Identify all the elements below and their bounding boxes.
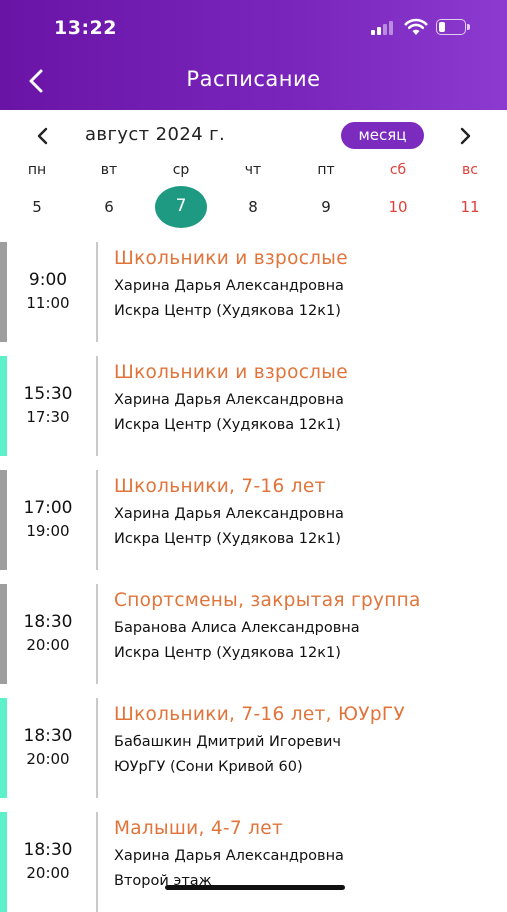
session-location: Искра Центр (Худякова 12к1): [114, 303, 341, 319]
session-title: Малыши, 4-7 лет: [114, 818, 284, 839]
session-start-time: 18:30: [23, 726, 73, 746]
day-number[interactable]: 7: [156, 196, 206, 216]
session-title: Школьники, 7-16 лет, ЮУрГУ: [114, 704, 406, 725]
session-divider: [96, 584, 98, 684]
session-divider: [96, 812, 98, 912]
battery-icon: [436, 19, 470, 36]
session-trainer: Харина Дарья Александровна: [114, 506, 344, 522]
session-start-time: 17:00: [23, 498, 73, 518]
weekday-label: пн: [27, 162, 47, 178]
session-title: Школьники, 7-16 лет: [114, 476, 326, 497]
status-time: 13:22: [54, 17, 117, 39]
session-title: Школьники и взрослые: [114, 248, 348, 269]
day-number[interactable]: 6: [84, 198, 134, 216]
session-divider: [96, 698, 98, 798]
day-number[interactable]: 8: [228, 198, 278, 216]
session-status-bar: [0, 242, 7, 342]
session-start-time: 9:00: [28, 270, 68, 290]
session-card[interactable]: 17:00 19:00 Школьники, 7-16 лет Харина Дарь…: [0, 470, 507, 570]
session-card[interactable]: 18:30 20:00 Школьники, 7-16 лет, ЮУрГУ Баба…: [0, 698, 507, 798]
session-end-time: 19:00: [26, 522, 70, 540]
weekday-label: вс: [462, 162, 478, 178]
session-title: Спортсмены, закрытая группа: [114, 590, 421, 611]
session-card[interactable]: 15:30 17:30 Школьники и взрослые Харина Дар…: [0, 356, 507, 456]
weekday-label: вт: [100, 162, 118, 178]
session-trainer: Баранова Алиса Александровна: [114, 620, 360, 636]
day-number[interactable]: 9: [301, 198, 351, 216]
session-location: ЮУрГУ (Сони Кривой 60): [114, 759, 303, 775]
session-status-bar: [0, 356, 7, 456]
session-card[interactable]: 9:00 11:00 Школьники и взрослые Харина Дарь…: [0, 242, 507, 342]
session-location: Искра Центр (Худякова 12к1): [114, 417, 341, 433]
session-status-bar: [0, 584, 7, 684]
session-divider: [96, 356, 98, 456]
app-header: 13:22 Расписание: [0, 0, 507, 110]
session-divider: [96, 242, 98, 342]
next-month-chevron-icon[interactable]: [455, 126, 475, 146]
weekday-header-row: пн вт ср чт пт сб вс: [0, 162, 507, 182]
session-card[interactable]: 18:30 20:00 Малыши, 4-7 лет Харина Дарья Ал…: [0, 812, 507, 912]
session-start-time: 18:30: [23, 612, 73, 632]
status-bar: 13:22: [0, 0, 507, 56]
day-number[interactable]: 5: [12, 198, 62, 216]
day-row: 5 6 7 8 9 10 11: [0, 186, 507, 228]
weekday-label: сб: [389, 162, 407, 178]
session-trainer: Харина Дарья Александровна: [114, 848, 344, 864]
weekday-label: ср: [172, 162, 190, 178]
session-start-time: 18:30: [23, 840, 73, 860]
month-label: август 2024 г.: [85, 124, 226, 145]
session-end-time: 11:00: [26, 294, 70, 312]
session-status-bar: [0, 812, 7, 912]
session-trainer: Харина Дарья Александровна: [114, 278, 344, 294]
session-status-bar: [0, 698, 7, 798]
session-card[interactable]: 18:30 20:00 Спортсмены, закрытая группа Бар…: [0, 584, 507, 684]
session-end-time: 20:00: [26, 864, 70, 882]
session-trainer: Харина Дарья Александровна: [114, 392, 344, 408]
month-mode-button[interactable]: месяц: [341, 122, 424, 149]
weekday-label: чт: [244, 162, 262, 178]
session-trainer: Бабашкин Дмитрий Игоревич: [114, 734, 341, 750]
day-number[interactable]: 11: [445, 198, 495, 216]
session-divider: [96, 470, 98, 570]
session-location: Искра Центр (Худякова 12к1): [114, 645, 341, 661]
session-location: Искра Центр (Худякова 12к1): [114, 531, 341, 547]
wifi-icon: [404, 18, 428, 35]
cellular-signal-icon: [371, 21, 397, 35]
session-title: Школьники и взрослые: [114, 362, 348, 383]
session-end-time: 20:00: [26, 750, 70, 768]
session-end-time: 17:30: [26, 408, 70, 426]
session-status-bar: [0, 470, 7, 570]
session-end-time: 20:00: [26, 636, 70, 654]
month-navigation: август 2024 г. месяц: [0, 118, 507, 154]
session-start-time: 15:30: [23, 384, 73, 404]
home-indicator: [165, 885, 345, 890]
page-title: Расписание: [186, 67, 321, 91]
day-number[interactable]: 10: [373, 198, 423, 216]
prev-month-chevron-icon[interactable]: [33, 126, 53, 146]
weekday-label: пт: [317, 162, 335, 178]
